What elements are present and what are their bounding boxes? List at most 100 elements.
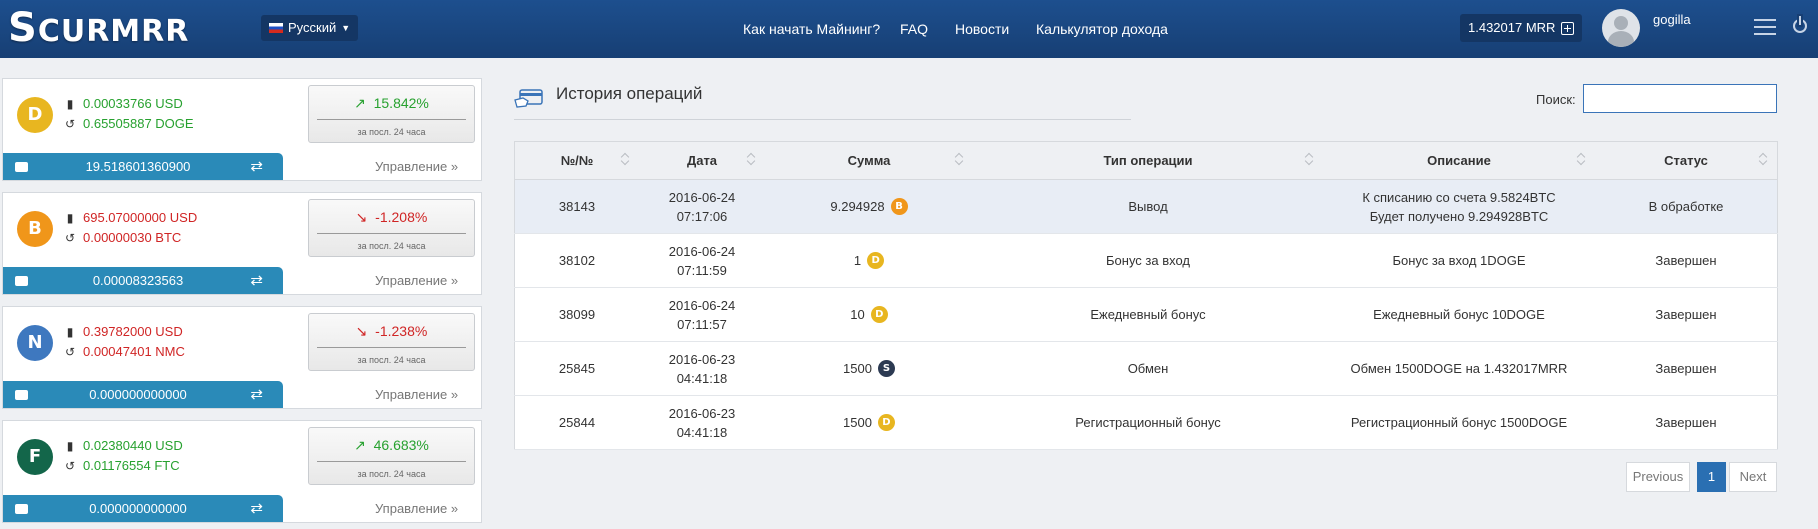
cell-description: Ежедневный бонус 10DOGE [1323, 287, 1595, 342]
change-value: ↗ 46.683% [354, 437, 429, 453]
coin-logo-icon: B [17, 211, 53, 247]
sort-icon[interactable] [955, 153, 963, 165]
sort-icon[interactable] [1305, 153, 1313, 165]
native-rate: 0.00000030 BTC [83, 230, 182, 245]
column-header-status[interactable]: Статус [1595, 141, 1778, 180]
pagination-previous[interactable]: Previous [1626, 462, 1690, 492]
site-logo[interactable]: SCURMRR [8, 8, 189, 49]
manage-link[interactable]: Управление » [375, 159, 458, 174]
language-selector[interactable]: Русский ▼ [261, 15, 359, 41]
wallet-balance: 0.000000000000 [89, 501, 187, 516]
search-input[interactable] [1583, 84, 1777, 113]
native-rate-row: ↺ 0.65505887 DOGE [63, 116, 194, 131]
cell-status: Завершен [1595, 395, 1778, 450]
native-rate: 0.01176554 FTC [83, 458, 180, 473]
nav-faq[interactable]: FAQ [900, 0, 928, 58]
bar-chart-icon: ▮ [66, 438, 74, 453]
cell-date: 2016-06-23 04:41:18 [639, 341, 765, 396]
cell-type: Обмен [973, 341, 1323, 396]
exchange-icon[interactable]: ⇄ [250, 153, 263, 180]
usd-rate: 0.00033766 USD [83, 96, 183, 111]
native-rate: 0.65505887 DOGE [83, 116, 194, 131]
column-header-date[interactable]: Дата [639, 141, 765, 180]
column-header-amount[interactable]: Сумма [765, 141, 973, 180]
sort-icon[interactable] [1759, 153, 1767, 165]
cell-status: В обработке [1595, 179, 1778, 234]
history-icon: ↺ [64, 344, 76, 359]
operations-table: №/№ Дата Сумма Тип операции Описание Ста… [514, 141, 1778, 450]
language-label: Русский [288, 20, 337, 35]
sort-icon[interactable] [621, 153, 629, 165]
cell-amount: 1500 S [765, 341, 973, 396]
power-icon[interactable] [1793, 16, 1807, 33]
exchange-icon[interactable]: ⇄ [250, 381, 263, 408]
wallet-bar: 0.000000000000 ⇄ [3, 381, 283, 408]
russia-flag-icon [269, 23, 283, 33]
column-header-description[interactable]: Описание [1323, 141, 1595, 180]
wallet-icon[interactable] [15, 390, 28, 400]
usd-rate-row: ▮ 0.39782000 USD [63, 324, 183, 339]
usd-rate-row: ▮ 0.02380440 USD [63, 438, 183, 453]
nav-news[interactable]: Новости [955, 0, 1009, 58]
change-value: ↗ 15.842% [354, 95, 429, 111]
manage-link[interactable]: Управление » [375, 273, 458, 288]
trend-arrow-icon: ↘ [355, 209, 368, 225]
bar-chart-icon: ▮ [66, 96, 74, 111]
coin-card: F ▮ 0.02380440 USD ↺ 0.01176554 FTC ↗ 46… [2, 420, 482, 523]
manage-link[interactable]: Управление » [375, 501, 458, 516]
history-icon: ↺ [64, 116, 76, 131]
change-period-label: за посл. 24 часа [357, 469, 426, 479]
cell-date: 2016-06-23 04:41:18 [639, 395, 765, 450]
cell-date: 2016-06-24 07:11:59 [639, 233, 765, 288]
cell-amount: 10 D [765, 287, 973, 342]
change-period-label: за посл. 24 часа [357, 355, 426, 365]
change-box: ↗ 15.842% за посл. 24 часа [308, 85, 475, 143]
cell-description: Регистрационный бонус 1500DOGE [1323, 395, 1595, 450]
cell-type: Бонус за вход [973, 233, 1323, 288]
cell-type: Вывод [973, 179, 1323, 234]
sort-icon[interactable] [747, 153, 755, 165]
plus-icon[interactable] [1561, 21, 1575, 35]
table-row[interactable]: 38102 2016-06-24 07:11:59 1D Бонус за вхо… [514, 233, 1778, 288]
balance-badge[interactable]: 1.432017 MRR [1460, 14, 1583, 42]
coin-logo-icon: N [17, 325, 53, 361]
doge-coin-icon: D [877, 414, 895, 431]
nav-how-to-mine[interactable]: Как начать Майнинг? [743, 0, 880, 58]
cell-type: Регистрационный бонус [973, 395, 1323, 450]
table-row[interactable]: 38099 2016-06-24 07:11:57 10 D Ежедневный … [514, 287, 1778, 342]
column-header-number[interactable]: №/№ [514, 141, 639, 180]
sort-icon[interactable] [1577, 153, 1585, 165]
pagination-page-1[interactable]: 1 [1697, 462, 1726, 492]
exchange-icon[interactable]: ⇄ [250, 495, 263, 522]
hamburger-menu-icon[interactable] [1754, 19, 1776, 35]
usd-rate: 695.07000000 USD [83, 210, 198, 225]
table-row[interactable]: 25844 2016-06-23 04:41:18 1500 D Регистрац… [514, 395, 1778, 450]
chevron-down-icon: ▼ [341, 23, 351, 33]
avatar[interactable] [1602, 9, 1640, 47]
exchange-icon[interactable]: ⇄ [250, 267, 263, 294]
manage-link[interactable]: Управление » [375, 387, 458, 402]
cell-amount: 1D [765, 233, 973, 288]
wallet-icon[interactable] [15, 162, 28, 172]
cell-number: 38143 [514, 179, 639, 234]
native-rate-row: ↺ 0.00000030 BTC [63, 230, 181, 245]
change-value: ↘ -1.208% [355, 209, 428, 225]
nav-income-calculator[interactable]: Калькулятор дохода [1036, 0, 1168, 58]
cell-date: 2016-06-24 07:17:06 [639, 179, 765, 234]
trend-arrow-icon: ↗ [354, 95, 366, 111]
coin-card: N ▮ 0.39782000 USD ↺ 0.00047401 NMC ↘ -1… [2, 306, 482, 409]
table-row[interactable]: 25845 2016-06-23 04:41:18 1500 S Обмен Обм… [514, 341, 1778, 396]
wallet-icon[interactable] [15, 276, 28, 286]
table-row[interactable]: 38143 2016-06-24 07:17:06 9.294928 B Вывод… [514, 179, 1778, 234]
wallet-icon[interactable] [15, 504, 28, 514]
username[interactable]: gogilla [1653, 12, 1691, 27]
pagination-next[interactable]: Next [1729, 462, 1777, 492]
cell-status: Завершен [1595, 233, 1778, 288]
history-icon: ↺ [64, 458, 76, 473]
column-header-type[interactable]: Тип операции [973, 141, 1323, 180]
usd-rate: 0.02380440 USD [83, 438, 183, 453]
top-navbar: SCURMRR Русский ▼ Как начать Майнинг? FA… [0, 0, 1818, 58]
mrr-coin-icon: S [877, 360, 895, 377]
balance-value: 1.432017 MRR [1468, 20, 1556, 35]
usd-rate-row: ▮ 0.00033766 USD [63, 96, 183, 111]
